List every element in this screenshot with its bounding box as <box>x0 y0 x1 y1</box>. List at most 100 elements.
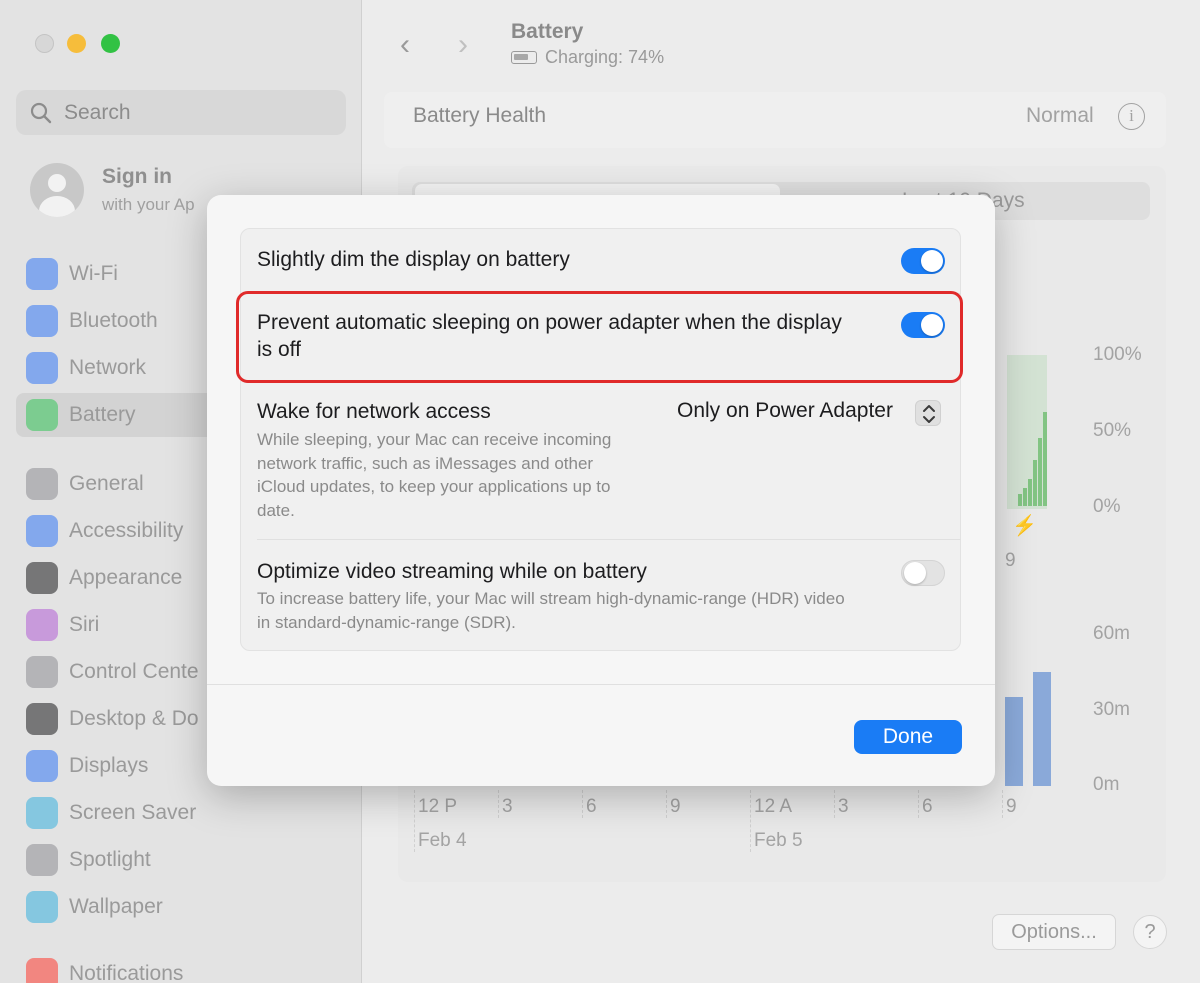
search-input[interactable]: Search <box>16 90 346 135</box>
sign-in-title: Sign in <box>102 165 172 188</box>
time-tick: 12 A <box>754 796 793 817</box>
siri-icon <box>26 609 58 641</box>
time-tick: 3 <box>838 796 849 817</box>
battery-level-bar <box>1043 412 1047 506</box>
usage-tick-60m: 60m <box>1093 623 1130 644</box>
sidebar-item-notifications[interactable]: Notifications <box>16 952 346 983</box>
sidebar-item-spotlight[interactable]: Spotlight <box>16 838 346 882</box>
done-button[interactable]: Done <box>854 720 962 754</box>
options-button[interactable]: Options... <box>992 914 1116 950</box>
sidebar-item-label: Notifications <box>69 962 184 983</box>
level-tick-0: 0% <box>1093 496 1121 517</box>
accessibility-icon <box>26 515 58 547</box>
dim-display-toggle[interactable] <box>901 248 945 274</box>
date-label: Feb 5 <box>754 830 803 851</box>
sidebar-item-label: Wallpaper <box>69 895 163 918</box>
gridline <box>582 790 583 818</box>
close-button[interactable] <box>35 34 54 53</box>
wallpaper-icon <box>26 891 58 923</box>
sign-in-subtitle: with your Ap <box>102 195 195 214</box>
sidebar-item-screen-saver[interactable]: Screen Saver <box>16 791 346 835</box>
sidebar-item-label: Wi-Fi <box>69 262 118 285</box>
minimize-button[interactable] <box>67 34 86 53</box>
sidebar-item-label: General <box>69 472 144 495</box>
time-tick: 3 <box>502 796 513 817</box>
wifi-icon <box>26 258 58 290</box>
gear-icon <box>26 468 58 500</box>
wake-network-stepper[interactable] <box>915 400 941 426</box>
sign-in-row[interactable]: Sign in with your Ap <box>30 163 195 217</box>
page-title: Battery <box>511 20 584 43</box>
network-icon <box>26 352 58 384</box>
battery-level-bar <box>1028 479 1032 506</box>
screen-saver-icon <box>26 797 58 829</box>
time-tick: 12 P <box>418 796 458 817</box>
sidebar-item-label: Appearance <box>69 566 183 589</box>
battery-charging-icon <box>511 51 537 64</box>
gridline <box>750 790 751 852</box>
gridline <box>1002 790 1003 818</box>
wake-network-description: While sleeping, your Mac can receive inc… <box>257 430 612 520</box>
battery-health-value: Normal <box>1026 104 1094 127</box>
notifications-icon <box>26 958 58 983</box>
highlight-annotation <box>236 291 963 383</box>
battery-level-bar <box>1038 438 1042 506</box>
sidebar-item-label: Bluetooth <box>69 309 158 332</box>
time-tick: 6 <box>586 796 597 817</box>
gridline <box>918 790 919 818</box>
chevron-up-down-icon <box>923 405 935 423</box>
optimize-video-label: Optimize video streaming while on batter… <box>257 560 647 583</box>
dialog-footer-divider <box>207 684 995 685</box>
zoom-button[interactable] <box>101 34 120 53</box>
battery-level-bar <box>1023 488 1027 506</box>
sidebar-item-label: Network <box>69 356 147 379</box>
battery-level-bar <box>1033 460 1037 506</box>
back-chevron-icon[interactable]: ‹ <box>400 28 410 62</box>
wake-network-select[interactable]: Only on Power Adapter <box>677 399 893 423</box>
gridline <box>666 790 667 818</box>
sidebar-item-label: Displays <box>69 754 149 777</box>
time-tick: 6 <box>922 796 933 817</box>
optimize-video-toggle[interactable] <box>901 560 945 586</box>
info-icon[interactable]: i <box>1118 103 1145 130</box>
appearance-icon <box>26 562 58 594</box>
charging-bolt-icon: ⚡ <box>1012 515 1037 537</box>
charging-status-text: Charging: 74% <box>545 47 665 67</box>
usage-tick-0m: 0m <box>1093 774 1120 795</box>
gridline <box>834 790 835 818</box>
optimize-video-description: To increase battery life, your Mac will … <box>257 589 845 632</box>
battery-options-dialog: Slightly dim the display on battery Prev… <box>207 195 995 786</box>
battery-icon <box>26 399 58 431</box>
gridline <box>498 790 499 818</box>
forward-chevron-icon[interactable]: › <box>458 28 468 62</box>
row-divider <box>257 539 961 540</box>
sidebar-item-label: Desktop & Do <box>69 707 199 730</box>
desktop-icon <box>26 703 58 735</box>
search-icon <box>30 102 52 123</box>
battery-level-bar <box>1018 494 1022 506</box>
sidebar-item-wallpaper[interactable]: Wallpaper <box>16 885 346 929</box>
toggle-knob <box>921 250 943 272</box>
time-tick: 9 <box>670 796 681 817</box>
level-time-tick: 9 <box>1005 550 1016 571</box>
sidebar-item-label: Spotlight <box>69 848 151 871</box>
wake-network-label: Wake for network access <box>257 400 491 423</box>
gridline <box>414 790 415 852</box>
dim-display-label: Slightly dim the display on battery <box>257 248 570 271</box>
time-tick: 9 <box>1006 796 1017 817</box>
sidebar-item-label: Accessibility <box>69 519 184 542</box>
charging-status: Charging: 74% <box>511 47 664 68</box>
help-button[interactable]: ? <box>1133 915 1167 949</box>
date-label: Feb 4 <box>418 830 467 851</box>
toggle-knob <box>904 562 926 584</box>
displays-icon <box>26 750 58 782</box>
control-center-icon <box>26 656 58 688</box>
sidebar-item-label: Screen Saver <box>69 801 197 824</box>
level-tick-100: 100% <box>1093 344 1142 365</box>
search-placeholder: Search <box>64 100 131 124</box>
sidebar-item-label: Control Cente <box>69 660 199 683</box>
screen-usage-bar <box>1005 697 1023 786</box>
avatar <box>30 163 84 217</box>
bluetooth-icon <box>26 305 58 337</box>
spotlight-icon <box>26 844 58 876</box>
